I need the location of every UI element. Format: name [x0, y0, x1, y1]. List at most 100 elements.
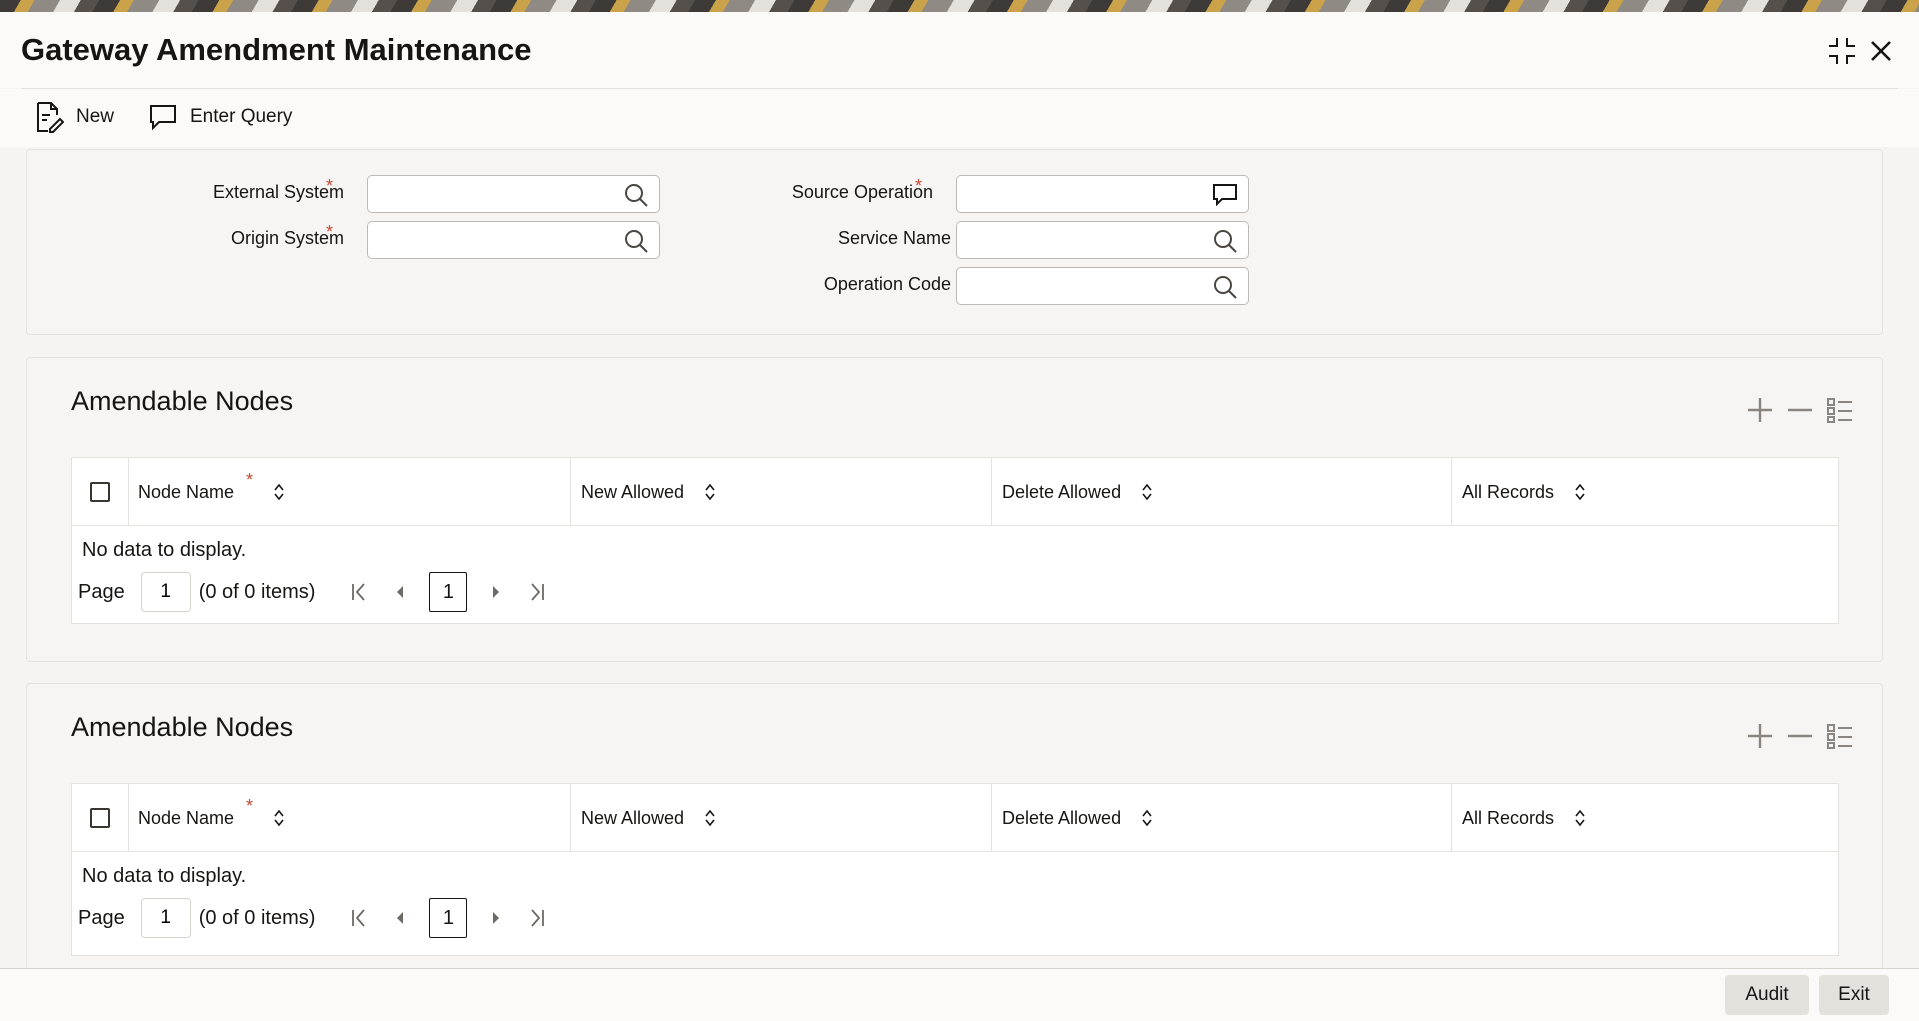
- source-operation-field[interactable]: [956, 175, 1249, 213]
- close-icon[interactable]: [1864, 34, 1898, 68]
- column-divider: [991, 784, 992, 852]
- last-page-icon[interactable]: [525, 907, 547, 929]
- item-count: (0 of 0 items): [198, 580, 316, 603]
- enter-query-button[interactable]: Enter Query: [148, 99, 292, 135]
- select-all-checkbox[interactable]: [90, 482, 110, 502]
- sort-icon[interactable]: [1141, 808, 1153, 828]
- required-marker: *: [326, 176, 334, 196]
- origin-system-field[interactable]: [367, 221, 660, 259]
- toolbar: New Enter Query: [0, 89, 1919, 147]
- grid-header: Node Name * New Allowed Delete Allowed A…: [72, 458, 1838, 526]
- page-number-input[interactable]: [140, 572, 191, 612]
- sort-icon[interactable]: [273, 482, 285, 502]
- single-record-view-icon[interactable]: [1826, 722, 1854, 750]
- external-system-input[interactable]: [368, 176, 659, 212]
- decorative-banner: [0, 0, 1919, 12]
- page-number-input[interactable]: [140, 898, 191, 938]
- search-icon[interactable]: [1212, 228, 1238, 254]
- collapse-icon[interactable]: [1825, 34, 1859, 68]
- single-record-view-icon[interactable]: [1826, 396, 1854, 424]
- external-system-field[interactable]: [367, 175, 660, 213]
- add-row-icon[interactable]: [1746, 396, 1774, 424]
- current-page[interactable]: 1: [429, 572, 468, 612]
- pagination: Page (0 of 0 items) 1: [78, 898, 547, 938]
- section-actions: [1746, 396, 1854, 424]
- column-all-records[interactable]: All Records: [1462, 784, 1586, 852]
- search-icon[interactable]: [1212, 274, 1238, 300]
- select-all-checkbox[interactable]: [90, 808, 110, 828]
- sort-icon[interactable]: [1574, 482, 1586, 502]
- next-page-icon[interactable]: [485, 581, 507, 603]
- operation-code-input[interactable]: [957, 268, 1248, 304]
- required-marker: *: [915, 176, 923, 196]
- title-bar: Gateway Amendment Maintenance: [0, 12, 1919, 88]
- column-label: Node Name: [138, 481, 235, 502]
- column-delete-allowed[interactable]: Delete Allowed: [1002, 458, 1153, 526]
- section-title: Amendable Nodes: [71, 712, 294, 742]
- required-marker: *: [246, 469, 254, 490]
- operation-code-field[interactable]: [956, 267, 1249, 305]
- sort-icon[interactable]: [1574, 808, 1586, 828]
- new-button[interactable]: New: [34, 99, 114, 135]
- source-operation-input[interactable]: [957, 176, 1248, 212]
- amendable-nodes-section: Amendable Nodes Node Name * New Allowed …: [26, 683, 1883, 973]
- amendable-nodes-grid: Node Name * New Allowed Delete Allowed A…: [71, 783, 1839, 956]
- column-divider: [1451, 458, 1452, 526]
- column-node-name[interactable]: Node Name *: [138, 784, 285, 852]
- document-edit-icon: [37, 102, 64, 133]
- origin-system-label: Origin System: [230, 228, 344, 248]
- speech-bubble-icon[interactable]: [1212, 182, 1238, 208]
- delete-row-icon[interactable]: [1786, 722, 1814, 750]
- delete-row-icon[interactable]: [1786, 396, 1814, 424]
- current-page[interactable]: 1: [429, 898, 468, 938]
- search-icon[interactable]: [623, 228, 649, 254]
- column-label: All Records: [1462, 481, 1555, 502]
- search-icon[interactable]: [623, 182, 649, 208]
- required-marker: *: [326, 222, 334, 242]
- previous-page-icon[interactable]: [389, 581, 411, 603]
- sort-icon[interactable]: [1141, 482, 1153, 502]
- sort-icon[interactable]: [273, 808, 285, 828]
- exit-button[interactable]: Exit: [1819, 975, 1889, 1015]
- enter-query-label: Enter Query: [190, 106, 293, 127]
- sort-icon[interactable]: [704, 808, 716, 828]
- empty-message: No data to display.: [82, 539, 247, 561]
- section-title: Amendable Nodes: [71, 386, 294, 416]
- criteria-panel: External System * Origin System * Source…: [26, 149, 1883, 335]
- column-label: Delete Allowed: [1002, 481, 1122, 502]
- origin-system-input[interactable]: [368, 222, 659, 258]
- last-page-icon[interactable]: [525, 581, 547, 603]
- section-actions: [1746, 722, 1854, 750]
- service-name-input[interactable]: [957, 222, 1248, 258]
- pagination: Page (0 of 0 items) 1: [78, 572, 547, 612]
- column-divider: [570, 458, 571, 526]
- column-label: New Allowed: [581, 807, 685, 828]
- column-divider: [570, 784, 571, 852]
- column-divider: [1451, 784, 1452, 852]
- column-label: Node Name: [138, 807, 235, 828]
- grid-header: Node Name * New Allowed Delete Allowed A…: [72, 784, 1838, 852]
- page-label: Page: [78, 580, 125, 603]
- column-all-records[interactable]: All Records: [1462, 458, 1586, 526]
- previous-page-icon[interactable]: [389, 907, 411, 929]
- column-divider: [128, 458, 129, 526]
- sort-icon[interactable]: [704, 482, 716, 502]
- amendable-nodes-grid: Node Name * New Allowed Delete Allowed A…: [71, 457, 1839, 624]
- add-row-icon[interactable]: [1746, 722, 1774, 750]
- column-delete-allowed[interactable]: Delete Allowed: [1002, 784, 1153, 852]
- source-operation-label: Source Operation: [791, 182, 933, 202]
- item-count: (0 of 0 items): [198, 906, 316, 929]
- column-label: All Records: [1462, 807, 1555, 828]
- amendable-nodes-section: Amendable Nodes Node Name * New Allowed …: [26, 357, 1883, 662]
- column-label: Delete Allowed: [1002, 807, 1122, 828]
- audit-button[interactable]: Audit: [1725, 975, 1809, 1015]
- next-page-icon[interactable]: [485, 907, 507, 929]
- column-new-allowed[interactable]: New Allowed: [581, 784, 716, 852]
- column-divider: [991, 458, 992, 526]
- service-name-field[interactable]: [956, 221, 1249, 259]
- new-button-label: New: [76, 106, 115, 127]
- first-page-icon[interactable]: [349, 907, 371, 929]
- column-new-allowed[interactable]: New Allowed: [581, 458, 716, 526]
- first-page-icon[interactable]: [349, 581, 371, 603]
- column-node-name[interactable]: Node Name *: [138, 458, 285, 526]
